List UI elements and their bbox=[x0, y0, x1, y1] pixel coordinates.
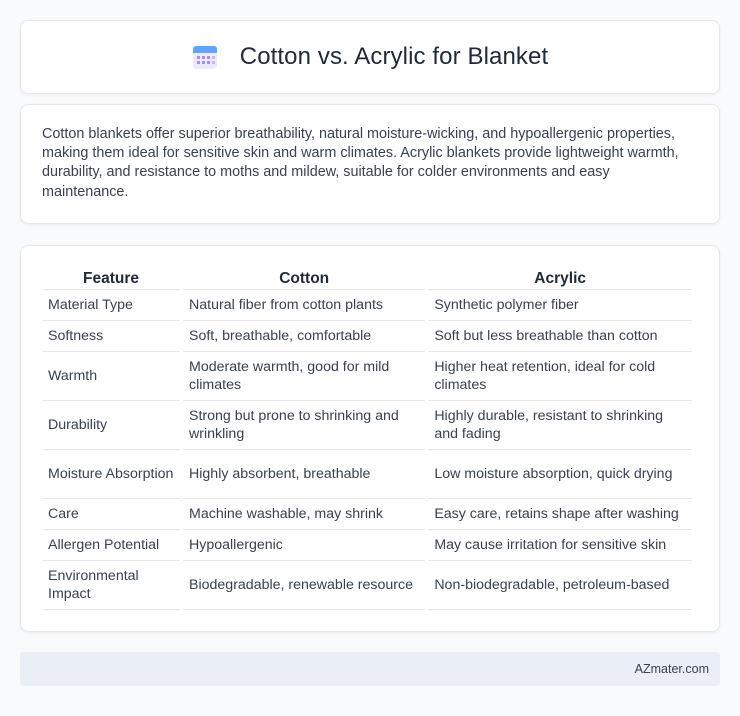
column-header-feature: Feature bbox=[42, 266, 181, 290]
cotton-cell: Biodegradable, renewable resource bbox=[183, 561, 426, 610]
table-row: Allergen Potential Hypoallergenic May ca… bbox=[42, 530, 692, 561]
table-row: Durability Strong but prone to shrinking… bbox=[42, 401, 692, 450]
summary-text: Cotton blankets offer superior breathabi… bbox=[42, 126, 679, 200]
acrylic-cell: Higher heat retention, ideal for cold cl… bbox=[428, 352, 692, 401]
feature-cell: Environmental Impact bbox=[42, 561, 181, 610]
footer-site-name: AZmater.com bbox=[634, 662, 709, 676]
table-row: Environmental Impact Biodegradable, rene… bbox=[42, 561, 692, 610]
page-title: Cotton vs. Acrylic for Blanket bbox=[239, 43, 549, 70]
cotton-cell: Soft, breathable, comfortable bbox=[183, 321, 426, 352]
footer: AZmater.com bbox=[20, 652, 720, 686]
title-card: Cotton vs. Acrylic for Blanket bbox=[20, 20, 720, 94]
column-header-cotton: Cotton bbox=[183, 266, 426, 290]
title-wrap: Cotton vs. Acrylic for Blanket bbox=[192, 43, 548, 71]
cotton-cell: Strong but prone to shrinking and wrinkl… bbox=[183, 401, 426, 450]
table-row: Material Type Natural fiber from cotton … bbox=[42, 290, 692, 321]
column-header-acrylic: Acrylic bbox=[428, 266, 692, 290]
table-row: Moisture Absorption Highly absorbent, br… bbox=[42, 450, 692, 499]
comparison-table-card: Feature Cotton Acrylic Material Type Nat… bbox=[20, 245, 720, 632]
feature-cell: Moisture Absorption bbox=[42, 450, 181, 499]
calendar-icon bbox=[192, 46, 217, 69]
acrylic-cell: Soft but less breathable than cotton bbox=[428, 321, 692, 352]
feature-cell: Durability bbox=[42, 401, 181, 450]
acrylic-cell: Non-biodegradable, petroleum-based bbox=[428, 561, 692, 610]
cotton-cell: Moderate warmth, good for mild climates bbox=[183, 352, 426, 401]
acrylic-cell: Synthetic polymer fiber bbox=[428, 290, 692, 321]
acrylic-cell: May cause irritation for sensitive skin bbox=[428, 530, 692, 561]
comparison-table: Feature Cotton Acrylic Material Type Nat… bbox=[39, 266, 695, 610]
table-row: Softness Soft, breathable, comfortable S… bbox=[42, 321, 692, 352]
feature-cell: Material Type bbox=[42, 290, 181, 321]
feature-cell: Softness bbox=[42, 321, 181, 352]
cotton-cell: Hypoallergenic bbox=[183, 530, 426, 561]
cotton-cell: Machine washable, may shrink bbox=[183, 499, 426, 530]
feature-cell: Allergen Potential bbox=[42, 530, 181, 561]
table-row: Care Machine washable, may shrink Easy c… bbox=[42, 499, 692, 530]
summary-card: Cotton blankets offer superior breathabi… bbox=[20, 104, 720, 224]
cotton-cell: Natural fiber from cotton plants bbox=[183, 290, 426, 321]
feature-cell: Warmth bbox=[42, 352, 181, 401]
acrylic-cell: Highly durable, resistant to shrinking a… bbox=[428, 401, 692, 450]
cotton-cell: Highly absorbent, breathable bbox=[183, 450, 426, 499]
acrylic-cell: Low moisture absorption, quick drying bbox=[428, 450, 692, 499]
table-header-row: Feature Cotton Acrylic bbox=[42, 266, 692, 290]
acrylic-cell: Easy care, retains shape after washing bbox=[428, 499, 692, 530]
feature-cell: Care bbox=[42, 499, 181, 530]
table-row: Warmth Moderate warmth, good for mild cl… bbox=[42, 352, 692, 401]
